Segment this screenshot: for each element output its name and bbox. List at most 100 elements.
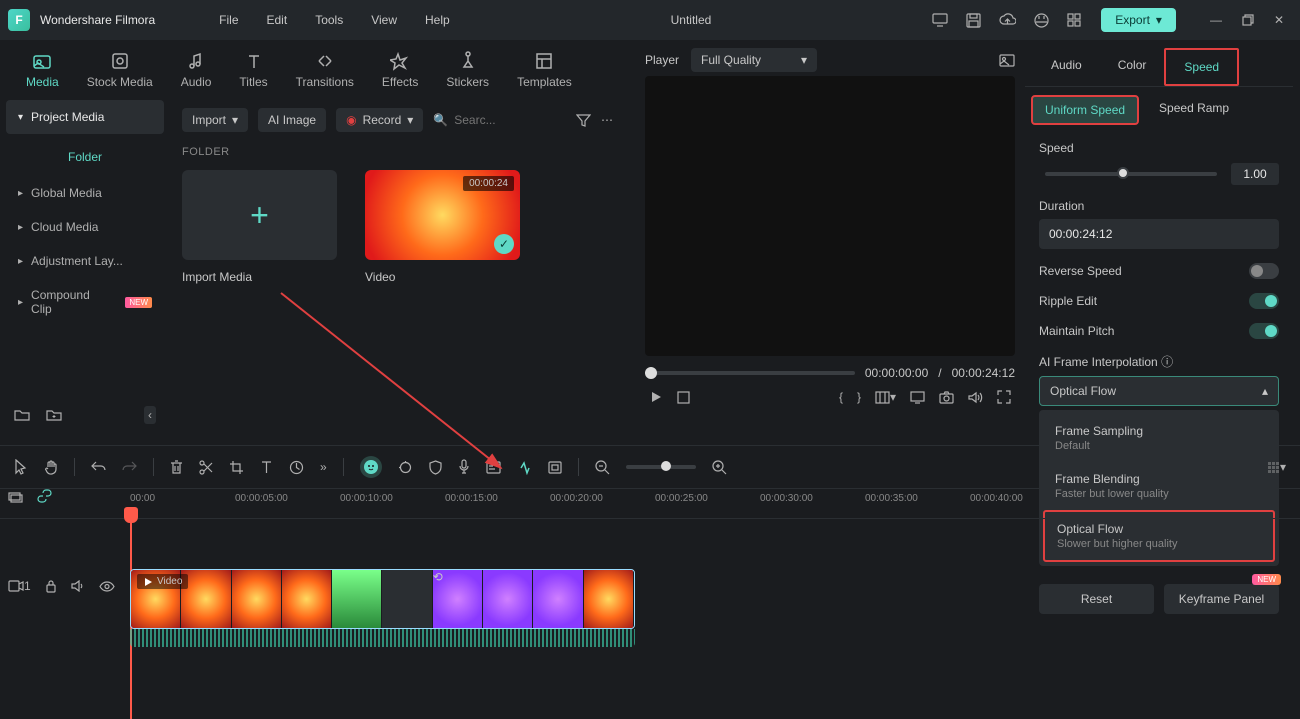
track-add-icon[interactable] (8, 490, 23, 503)
text-icon[interactable] (260, 460, 273, 474)
tab-audio[interactable]: Audio (171, 45, 222, 95)
speed-icon[interactable] (289, 460, 304, 475)
import-media-cell[interactable]: + (182, 170, 337, 260)
ai-image-button[interactable]: AI Image (258, 108, 326, 132)
link-icon[interactable] (37, 489, 52, 503)
mic-icon[interactable] (458, 459, 470, 475)
redo-icon[interactable] (122, 461, 137, 473)
select-tool-icon[interactable] (14, 459, 28, 475)
menu-help[interactable]: Help (425, 13, 450, 27)
eye-icon[interactable] (99, 581, 115, 592)
interp-dropdown[interactable]: Optical Flow▴ (1039, 376, 1279, 406)
lock-icon[interactable] (45, 579, 57, 593)
delete-icon[interactable] (170, 460, 183, 475)
player-viewport[interactable] (645, 76, 1015, 356)
collapse-icon[interactable]: ‹ (144, 406, 156, 424)
more-tools-icon[interactable]: » (320, 460, 327, 474)
prop-tab-speed[interactable]: Speed (1164, 48, 1239, 86)
video-track-icon[interactable]: 1 (8, 579, 31, 593)
tab-stock-media[interactable]: Stock Media (77, 45, 163, 95)
ripple-toggle[interactable] (1249, 293, 1279, 309)
tab-media[interactable]: Media (16, 45, 69, 95)
subtab-speed-ramp[interactable]: Speed Ramp (1147, 95, 1241, 125)
maximize-icon[interactable] (1242, 13, 1254, 27)
import-button[interactable]: Import▾ (182, 108, 248, 132)
close-icon[interactable]: ✕ (1274, 13, 1284, 27)
crop-icon[interactable] (229, 460, 244, 475)
snapshot-icon[interactable] (999, 54, 1015, 67)
duration-label: Duration (1039, 199, 1279, 213)
hand-tool-icon[interactable] (44, 460, 58, 475)
device-icon[interactable] (932, 13, 948, 27)
grid-view-icon[interactable]: ▾ (1267, 460, 1286, 474)
sidebar-compound-clip[interactable]: ▸Compound ClipNEW (6, 278, 164, 326)
tab-stickers[interactable]: Stickers (436, 45, 499, 95)
subtab-uniform-speed[interactable]: Uniform Speed (1031, 95, 1139, 125)
marker-icon[interactable] (548, 461, 562, 474)
shield-icon[interactable] (429, 460, 442, 475)
export-button[interactable]: Export ▾ (1101, 8, 1176, 32)
menu-file[interactable]: File (219, 13, 238, 27)
mark-out-icon[interactable]: } (857, 390, 861, 404)
speed-value[interactable]: 1.00 (1231, 163, 1279, 185)
sidebar-adjustment-layer[interactable]: ▸Adjustment Lay... (6, 244, 164, 278)
duration-field[interactable]: 00:00:24:12 (1039, 219, 1279, 249)
stop-icon[interactable] (677, 391, 690, 404)
player-label: Player (645, 53, 679, 67)
filter-icon[interactable] (576, 114, 591, 127)
zoom-slider[interactable] (626, 465, 696, 469)
prop-tab-color[interactable]: Color (1100, 48, 1165, 86)
menu-tools[interactable]: Tools (315, 13, 343, 27)
sidebar-project-media[interactable]: ▾Project Media (6, 100, 164, 134)
subtitles-icon[interactable] (486, 461, 501, 474)
speed-slider[interactable] (1045, 172, 1217, 176)
tab-titles[interactable]: Titles (229, 45, 277, 95)
cloud-icon[interactable] (999, 13, 1016, 27)
menu-edit[interactable]: Edit (267, 13, 288, 27)
menu-view[interactable]: View (371, 13, 397, 27)
undo-icon[interactable] (91, 461, 106, 473)
more-icon[interactable]: ⋯ (601, 113, 613, 127)
fullscreen-icon[interactable] (997, 390, 1011, 404)
reverse-toggle[interactable] (1249, 263, 1279, 279)
timeline-clip[interactable]: Video ⟲ (130, 569, 635, 629)
auto-reframe-icon[interactable] (398, 460, 413, 475)
folder-label: FOLDER (182, 146, 613, 158)
folder-icon[interactable] (46, 408, 62, 422)
camera-icon[interactable] (939, 391, 954, 404)
player-seek-slider[interactable] (645, 371, 855, 375)
sidebar-folder[interactable]: Folder (6, 138, 164, 176)
quality-dropdown[interactable]: Full Quality▾ (691, 48, 817, 72)
new-folder-icon[interactable] (14, 408, 30, 422)
zoom-in-icon[interactable] (712, 460, 727, 475)
play-icon[interactable] (649, 390, 663, 404)
aspect-icon[interactable]: ▾ (875, 390, 896, 404)
mute-icon[interactable] (71, 580, 85, 592)
option-frame-sampling[interactable]: Frame SamplingDefault (1043, 414, 1275, 462)
timeline-ruler[interactable]: 00:00 00:00:05:00 00:00:10:00 00:00:15:0… (0, 489, 1300, 519)
video-thumbnail[interactable]: 00:00:24 ✓ (365, 170, 520, 260)
tab-effects[interactable]: Effects (372, 45, 428, 95)
pitch-toggle[interactable] (1249, 323, 1279, 339)
grid-icon[interactable] (1067, 13, 1081, 27)
volume-icon[interactable] (968, 391, 983, 404)
sidebar-cloud-media[interactable]: ▸Cloud Media (6, 210, 164, 244)
prop-tab-audio[interactable]: Audio (1033, 48, 1100, 86)
tab-templates[interactable]: Templates (507, 45, 582, 95)
zoom-out-icon[interactable] (595, 460, 610, 475)
support-icon[interactable] (1034, 13, 1049, 28)
auto-beat-icon[interactable] (517, 460, 532, 475)
sidebar-global-media[interactable]: ▸Global Media (6, 176, 164, 210)
mark-in-icon[interactable]: { (839, 390, 843, 404)
minimize-icon[interactable]: — (1210, 13, 1222, 27)
split-icon[interactable] (199, 460, 213, 475)
ai-toolbox-icon[interactable] (360, 456, 382, 478)
search-input[interactable]: 🔍 (433, 113, 566, 127)
reverse-label: Reverse Speed (1039, 264, 1122, 278)
chevron-down-icon: ▾ (1156, 13, 1162, 27)
info-icon[interactable]: ⓘ (1161, 355, 1173, 369)
save-icon[interactable] (966, 13, 981, 28)
tab-transitions[interactable]: Transitions (286, 45, 364, 95)
record-button[interactable]: ◉Record▾ (336, 108, 423, 132)
display-icon[interactable] (910, 391, 925, 404)
